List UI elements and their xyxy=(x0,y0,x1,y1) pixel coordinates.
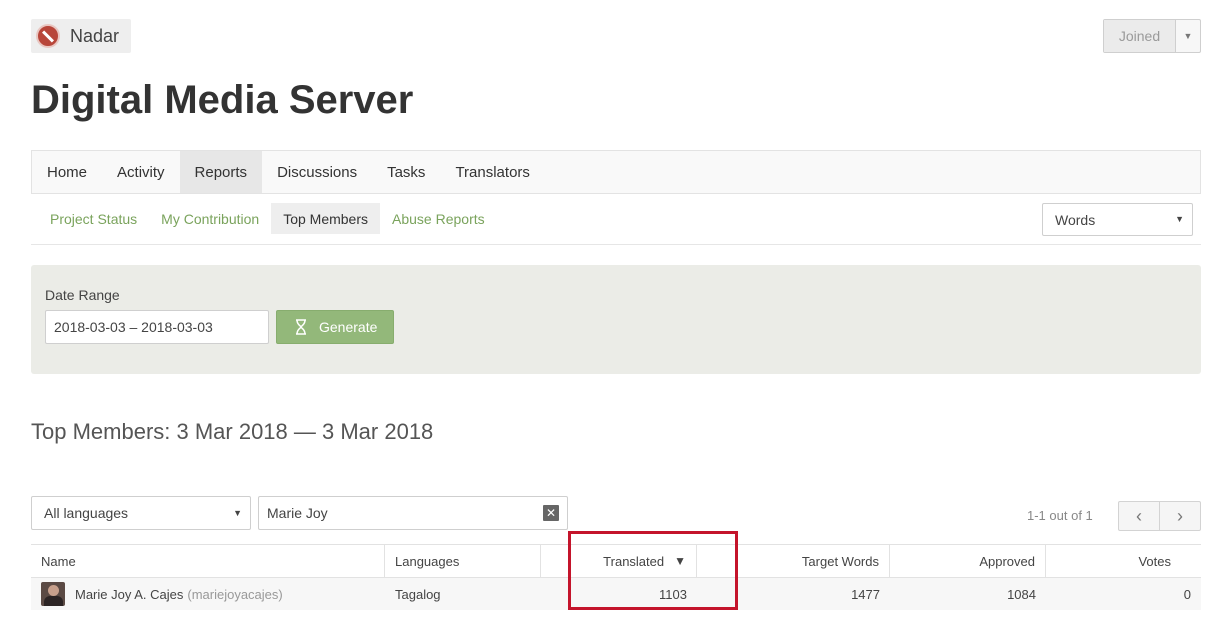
org-name: Nadar xyxy=(70,25,120,46)
caret-down-icon: ▼ xyxy=(1175,214,1184,224)
joined-dropdown[interactable]: Joined ▼ xyxy=(1103,19,1201,53)
date-range-label: Date Range xyxy=(45,287,120,303)
member-name[interactable]: Marie Joy A. Cajes xyxy=(75,587,183,602)
pagination: ‹ › xyxy=(1118,501,1201,531)
project-title: Digital Media Server xyxy=(31,78,414,122)
nav-activity[interactable]: Activity xyxy=(102,151,180,193)
clear-search-icon[interactable]: ✕ xyxy=(543,505,559,521)
generate-button[interactable]: Generate xyxy=(276,310,394,344)
nav-translators[interactable]: Translators xyxy=(440,151,544,193)
nav-discussions[interactable]: Discussions xyxy=(262,151,372,193)
nav-home[interactable]: Home xyxy=(32,151,102,193)
column-approved[interactable]: Approved xyxy=(890,545,1046,577)
member-language: Tagalog xyxy=(395,586,441,602)
org-logo-icon xyxy=(36,24,60,48)
spacer-cell xyxy=(541,578,571,610)
column-name[interactable]: Name xyxy=(31,545,385,577)
member-search-input[interactable]: Marie Joy ✕ xyxy=(258,496,568,530)
divider xyxy=(31,244,1201,245)
hourglass-icon xyxy=(296,319,306,335)
joined-button[interactable]: Joined xyxy=(1104,20,1176,52)
next-page-button[interactable]: › xyxy=(1159,502,1200,530)
member-username: (mariejoyacajes) xyxy=(187,586,283,602)
subnav-project-status[interactable]: Project Status xyxy=(31,203,149,234)
column-languages[interactable]: Languages xyxy=(385,545,541,577)
nav-reports[interactable]: Reports xyxy=(179,151,263,193)
avatar xyxy=(41,582,65,606)
unit-select[interactable]: Words ▼ xyxy=(1042,203,1193,236)
org-badge[interactable]: Nadar xyxy=(31,19,131,53)
unit-select-value: Words xyxy=(1055,211,1096,228)
subnav-top-members[interactable]: Top Members xyxy=(271,203,381,234)
votes-value: 0 xyxy=(1183,586,1191,602)
approved-value: 1084 xyxy=(1007,586,1036,602)
reports-subnav: Project Status My Contribution Top Membe… xyxy=(31,203,497,234)
caret-down-icon[interactable]: ▼ xyxy=(1176,20,1200,52)
pagination-text: 1-1 out of 1 xyxy=(1027,508,1093,523)
language-select[interactable]: All languages ▼ xyxy=(31,496,251,530)
subnav-abuse-reports[interactable]: Abuse Reports xyxy=(380,203,497,234)
member-search-value: Marie Joy xyxy=(267,505,328,521)
nav-tasks[interactable]: Tasks xyxy=(372,151,440,193)
date-range-input[interactable]: 2018-03-03 – 2018-03-03 xyxy=(45,310,269,344)
column-votes[interactable]: Votes xyxy=(1046,545,1201,577)
language-select-value: All languages xyxy=(44,505,129,521)
generate-label: Generate xyxy=(319,319,378,335)
prev-page-button[interactable]: ‹ xyxy=(1119,502,1159,530)
member-cell: Marie Joy A. Cajes (mariejoyacajes) xyxy=(31,578,385,610)
caret-down-icon: ▼ xyxy=(233,508,242,518)
column-spacer xyxy=(541,545,571,577)
main-nav: Home Activity Reports Discussions Tasks … xyxy=(31,150,1201,194)
section-title: Top Members: 3 Mar 2018 — 3 Mar 2018 xyxy=(31,419,434,444)
highlight-box xyxy=(568,531,738,610)
subnav-my-contribution[interactable]: My Contribution xyxy=(149,203,271,234)
